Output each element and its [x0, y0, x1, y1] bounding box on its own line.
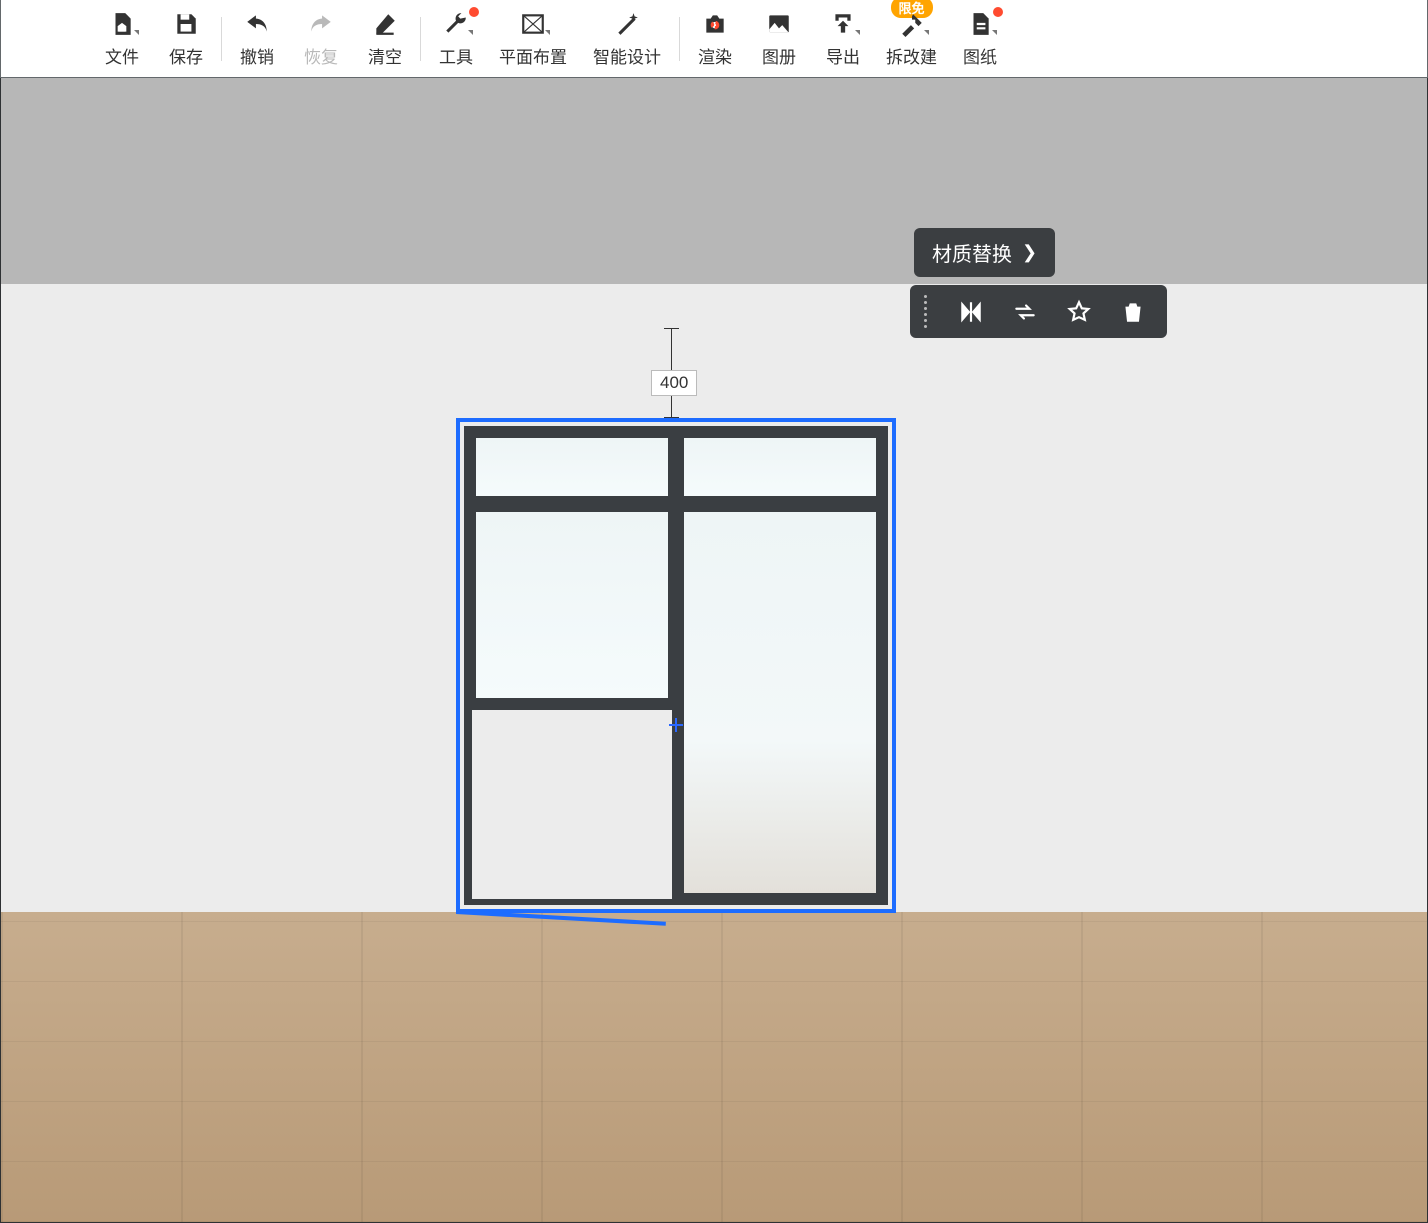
- tools-button[interactable]: 工具: [435, 9, 477, 69]
- replace-material-label: 材质替换: [932, 238, 1012, 267]
- swap-icon[interactable]: [1011, 298, 1039, 326]
- glass-pane: [476, 438, 668, 496]
- magic-icon: [612, 9, 642, 39]
- rebuild-button[interactable]: 限免 拆改建: [882, 9, 941, 69]
- document-icon: [965, 9, 995, 39]
- layout-label: 平面布置: [499, 43, 567, 68]
- layout-button[interactable]: 平面布置: [495, 9, 571, 69]
- wrench-icon: [441, 9, 471, 39]
- export-icon: [828, 9, 858, 39]
- main-toolbar: 文件 保存 撤销 恢复 清空 工具: [0, 0, 1428, 78]
- drag-grip-icon[interactable]: [924, 295, 927, 328]
- replace-material-button[interactable]: 材质替换 ❯: [914, 228, 1055, 277]
- smart-label: 智能设计: [593, 43, 661, 68]
- file-label: 文件: [105, 43, 139, 68]
- clear-button[interactable]: 清空: [364, 9, 406, 69]
- eraser-icon: [370, 9, 400, 39]
- redo-button[interactable]: 恢复: [300, 9, 342, 69]
- render-button[interactable]: 渲染: [694, 9, 736, 69]
- file-home-icon: [107, 9, 137, 39]
- file-button[interactable]: 文件: [101, 9, 143, 69]
- save-label: 保存: [169, 43, 203, 68]
- context-action-bar: [910, 285, 1167, 338]
- viewport-center-cross: [669, 718, 683, 732]
- delete-icon[interactable]: [1119, 298, 1147, 326]
- album-label: 图册: [762, 43, 796, 68]
- toolbar-separator: [221, 17, 222, 61]
- scene-floor: [1, 912, 1427, 1222]
- save-icon: [171, 9, 201, 39]
- image-icon: [764, 9, 794, 39]
- album-button[interactable]: 图册: [758, 9, 800, 69]
- camera-icon: [700, 9, 730, 39]
- scene-ceiling: [1, 78, 1427, 284]
- render-label: 渲染: [698, 43, 732, 68]
- glass-pane: [684, 512, 876, 893]
- selected-window-object[interactable]: [456, 418, 896, 913]
- drawings-button[interactable]: 图纸: [959, 9, 1001, 69]
- redo-icon: [306, 9, 336, 39]
- glass-pane: [476, 512, 668, 698]
- export-button[interactable]: 导出: [822, 9, 864, 69]
- layout-icon: [518, 9, 548, 39]
- drawings-label: 图纸: [963, 43, 997, 68]
- undo-label: 撤销: [240, 43, 274, 68]
- rebuild-label: 拆改建: [886, 43, 937, 68]
- chevron-right-icon: ❯: [1022, 242, 1037, 263]
- glass-pane: [684, 438, 876, 496]
- save-button[interactable]: 保存: [165, 9, 207, 69]
- wall-cutout: [472, 710, 672, 899]
- toolbar-separator: [679, 17, 680, 61]
- window-frame: [464, 426, 888, 905]
- undo-icon: [242, 9, 272, 39]
- export-label: 导出: [826, 43, 860, 68]
- viewport-3d[interactable]: 400: [0, 78, 1428, 1223]
- undo-button[interactable]: 撤销: [236, 9, 278, 69]
- hammer-icon: [897, 9, 927, 39]
- redo-label: 恢复: [304, 43, 338, 68]
- smart-design-button[interactable]: 智能设计: [589, 9, 665, 69]
- favorite-star-icon[interactable]: [1065, 298, 1093, 326]
- object-context-menu: 材质替换 ❯: [910, 228, 1167, 338]
- toolbar-separator: [420, 17, 421, 61]
- clear-label: 清空: [368, 43, 402, 68]
- mirror-icon[interactable]: [957, 298, 985, 326]
- tools-label: 工具: [439, 43, 473, 68]
- measurement-value[interactable]: 400: [651, 370, 697, 396]
